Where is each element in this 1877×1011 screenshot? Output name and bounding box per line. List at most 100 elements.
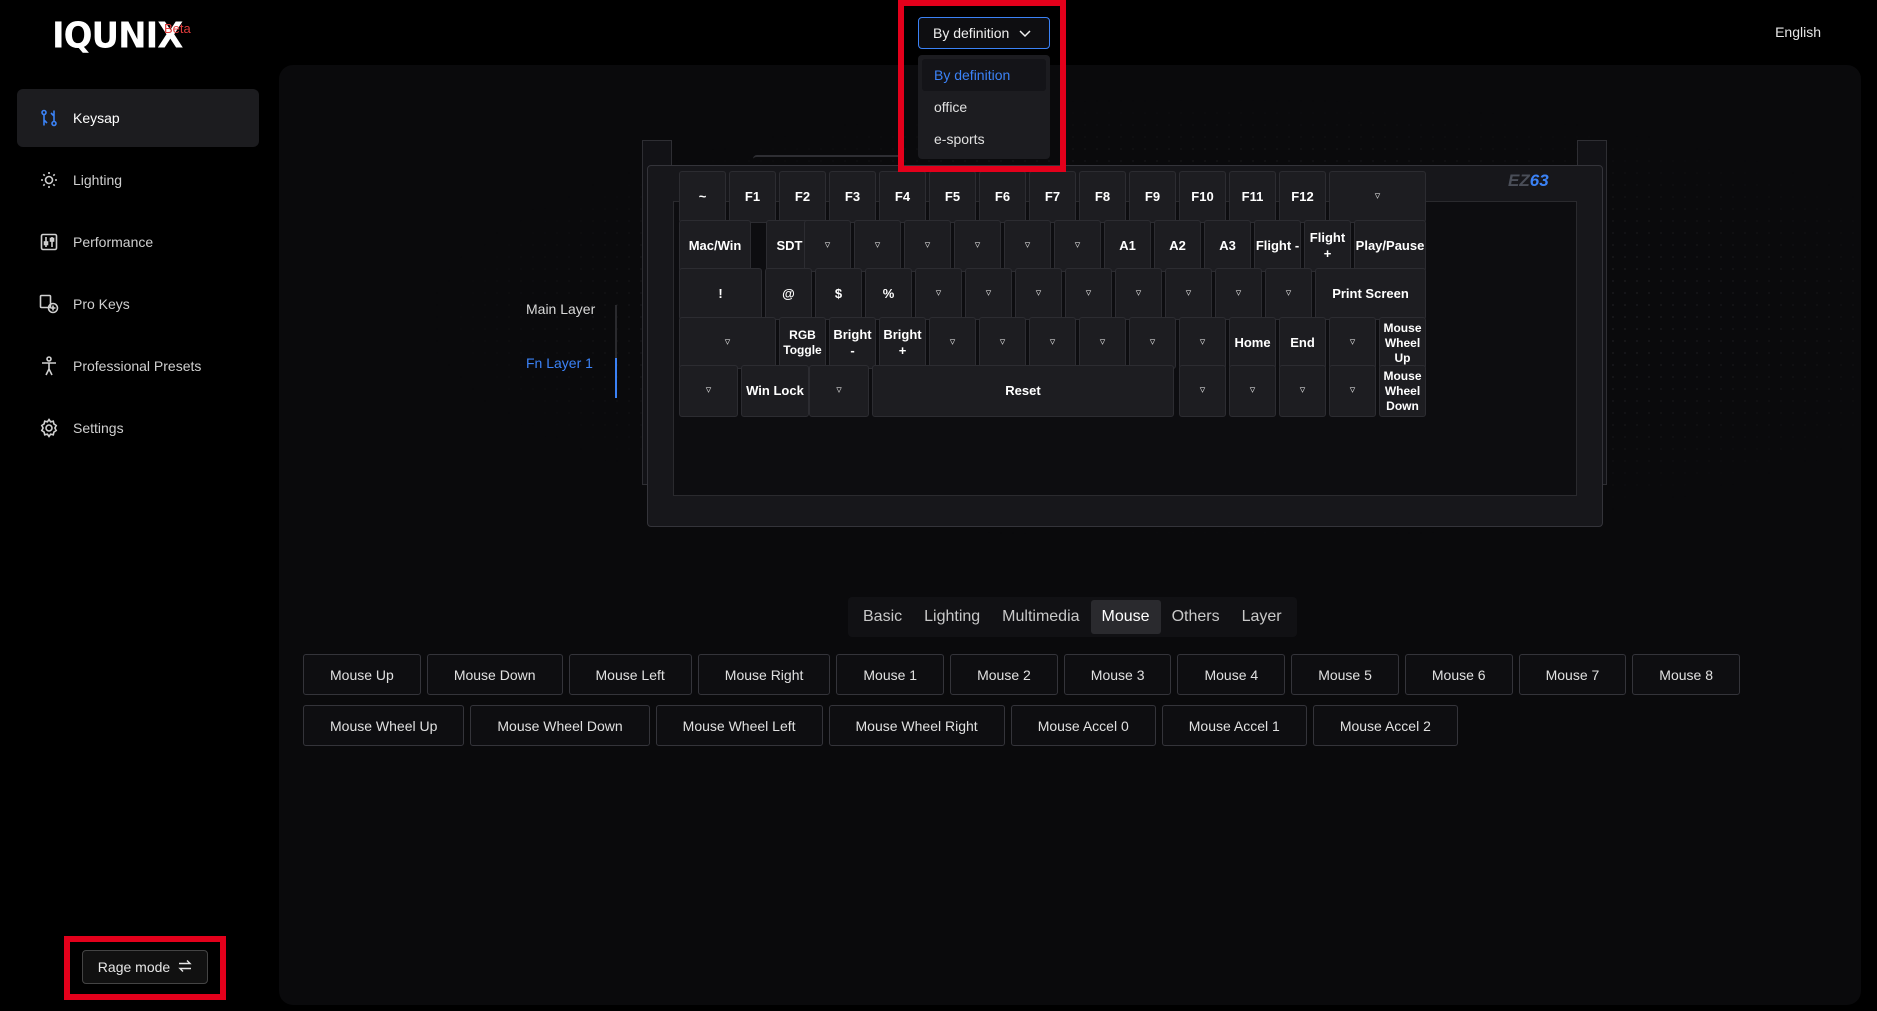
preset-option-by-definition[interactable]: By definition [922, 59, 1046, 91]
mouse-key-mouse-accel-0[interactable]: Mouse Accel 0 [1010, 705, 1156, 746]
key-r1-14[interactable]: ▿ [1329, 171, 1426, 223]
key-r4-6[interactable]: ▿ [979, 317, 1026, 369]
rage-mode-button[interactable]: Rage mode [82, 950, 208, 984]
key-r2-9[interactable]: A1 [1104, 220, 1151, 272]
mouse-key-mouse-5[interactable]: Mouse 5 [1291, 654, 1399, 695]
mouse-key-mouse-accel-1[interactable]: Mouse Accel 1 [1161, 705, 1307, 746]
key-r5-4[interactable]: Reset [872, 365, 1174, 417]
key-r5-5[interactable]: ▿ [1179, 365, 1226, 417]
key-r3-2[interactable]: @ [765, 268, 812, 320]
mouse-key-mouse-wheel-right[interactable]: Mouse Wheel Right [828, 705, 1005, 746]
key-r4-9[interactable]: ▿ [1129, 317, 1176, 369]
mouse-key-mouse-7[interactable]: Mouse 7 [1518, 654, 1627, 695]
key-r3-7[interactable]: ▿ [1015, 268, 1062, 320]
key-r3-12[interactable]: ▿ [1265, 268, 1312, 320]
key-r5-2[interactable]: Win Lock [741, 365, 809, 417]
key-r5-3[interactable]: ▿ [809, 365, 869, 417]
key-r3-13[interactable]: Print Screen [1315, 268, 1426, 320]
key-r1-4[interactable]: F3 [829, 171, 876, 223]
key-r2-3[interactable]: ▿ [804, 220, 851, 272]
mouse-key-mouse-4[interactable]: Mouse 4 [1177, 654, 1286, 695]
key-r1-6[interactable]: F5 [929, 171, 976, 223]
key-r4-10[interactable]: ▿ [1179, 317, 1226, 369]
key-r4-11[interactable]: Home [1229, 317, 1276, 369]
key-r1-2[interactable]: F1 [729, 171, 776, 223]
tab-basic[interactable]: Basic [852, 600, 913, 634]
key-r2-4[interactable]: ▿ [854, 220, 901, 272]
tab-mouse[interactable]: Mouse [1090, 600, 1161, 634]
key-r1-11[interactable]: F10 [1179, 171, 1226, 223]
key-r1-5[interactable]: F4 [879, 171, 926, 223]
key-r1-12[interactable]: F11 [1229, 171, 1276, 223]
key-r3-8[interactable]: ▿ [1065, 268, 1112, 320]
key-r1-13[interactable]: F12 [1279, 171, 1326, 223]
key-r4-2[interactable]: RGB Toggle [779, 317, 826, 369]
language-selector[interactable]: English [1775, 24, 1821, 40]
preset-select[interactable]: By definition [918, 17, 1050, 49]
sidebar-item-pro-keys[interactable]: Pro Keys [17, 275, 259, 333]
key-r1-10[interactable]: F9 [1129, 171, 1176, 223]
key-r2-7[interactable]: ▿ [1004, 220, 1051, 272]
sidebar-item-keysap[interactable]: Keysap [17, 89, 259, 147]
key-r2-10[interactable]: A2 [1154, 220, 1201, 272]
key-r4-13[interactable]: ▿ [1329, 317, 1376, 369]
mouse-key-mouse-right[interactable]: Mouse Right [697, 654, 831, 695]
key-r4-5[interactable]: ▿ [929, 317, 976, 369]
key-r4-1[interactable]: ▿ [679, 317, 776, 369]
key-r2-11[interactable]: A3 [1204, 220, 1251, 272]
key-r2-8[interactable]: ▿ [1054, 220, 1101, 272]
sidebar-item-professional-presets[interactable]: Professional Presets [17, 337, 259, 395]
key-r2-6[interactable]: ▿ [954, 220, 1001, 272]
mouse-key-mouse-3[interactable]: Mouse 3 [1063, 654, 1172, 695]
tab-layer[interactable]: Layer [1231, 600, 1293, 634]
key-r5-1[interactable]: ▿ [679, 365, 738, 417]
mouse-key-mouse-up[interactable]: Mouse Up [303, 654, 421, 695]
key-r3-5[interactable]: ▿ [915, 268, 962, 320]
mouse-key-mouse-6[interactable]: Mouse 6 [1404, 654, 1513, 695]
mouse-key-mouse-accel-2[interactable]: Mouse Accel 2 [1312, 705, 1458, 746]
key-r4-7[interactable]: ▿ [1029, 317, 1076, 369]
tab-others[interactable]: Others [1161, 600, 1231, 634]
layer-main[interactable]: Main Layer [526, 295, 595, 349]
key-r2-13[interactable]: Flight + [1304, 220, 1351, 272]
key-r1-8[interactable]: F7 [1029, 171, 1076, 223]
mouse-key-mouse-down[interactable]: Mouse Down [426, 654, 563, 695]
sidebar-item-lighting[interactable]: Lighting [17, 151, 259, 209]
preset-option-office[interactable]: office [918, 91, 1050, 123]
key-r3-3[interactable]: $ [815, 268, 862, 320]
tab-lighting[interactable]: Lighting [913, 600, 991, 634]
key-r4-14[interactable]: Mouse Wheel Up [1379, 317, 1426, 369]
key-r4-4[interactable]: Bright + [879, 317, 926, 369]
key-r2-1[interactable]: Mac/Win [679, 220, 751, 272]
mouse-key-mouse-left[interactable]: Mouse Left [568, 654, 692, 695]
key-r5-7[interactable]: ▿ [1279, 365, 1326, 417]
sidebar-item-performance[interactable]: Performance [17, 213, 259, 271]
key-r4-8[interactable]: ▿ [1079, 317, 1126, 369]
mouse-key-mouse-wheel-left[interactable]: Mouse Wheel Left [655, 705, 823, 746]
layer-fn1[interactable]: Fn Layer 1 [526, 349, 595, 403]
key-r2-14[interactable]: Play/Pause [1354, 220, 1426, 272]
key-r1-1[interactable]: ~ [679, 171, 726, 223]
sidebar-item-settings[interactable]: Settings [17, 399, 259, 457]
key-r2-5[interactable]: ▿ [904, 220, 951, 272]
key-r5-8[interactable]: ▿ [1329, 365, 1376, 417]
key-r4-3[interactable]: Bright - [829, 317, 876, 369]
mouse-key-mouse-wheel-up[interactable]: Mouse Wheel Up [303, 705, 465, 746]
key-r1-9[interactable]: F8 [1079, 171, 1126, 223]
key-r3-9[interactable]: ▿ [1115, 268, 1162, 320]
mouse-key-mouse-wheel-down[interactable]: Mouse Wheel Down [470, 705, 650, 746]
key-r4-12[interactable]: End [1279, 317, 1326, 369]
key-r1-7[interactable]: F6 [979, 171, 1026, 223]
mouse-key-mouse-8[interactable]: Mouse 8 [1632, 654, 1740, 695]
key-r3-11[interactable]: ▿ [1215, 268, 1262, 320]
key-r2-12[interactable]: Flight - [1254, 220, 1301, 272]
key-r5-9[interactable]: Mouse Wheel Down [1379, 365, 1426, 417]
mouse-key-mouse-1[interactable]: Mouse 1 [836, 654, 945, 695]
key-r1-3[interactable]: F2 [779, 171, 826, 223]
preset-option-e-sports[interactable]: e-sports [918, 123, 1050, 155]
key-r3-4[interactable]: % [865, 268, 912, 320]
mouse-key-mouse-2[interactable]: Mouse 2 [950, 654, 1058, 695]
key-r5-6[interactable]: ▿ [1229, 365, 1276, 417]
key-r3-6[interactable]: ▿ [965, 268, 1012, 320]
key-r3-1[interactable]: ! [679, 268, 762, 320]
